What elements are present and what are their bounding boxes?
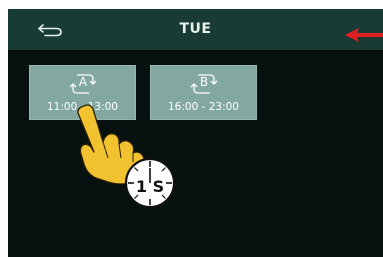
top-bar: TUE — [8, 9, 383, 50]
time-slot-b[interactable]: B 16:00 - 23:00 — [150, 65, 257, 120]
slot-letter: A — [78, 75, 88, 89]
slot-time: 16:00 - 23:00 — [168, 101, 239, 113]
slot-list: A 11:00 - 13:00 B 16:00 - 23:00 — [8, 50, 383, 257]
stopwatch-icon: 1 S — [124, 157, 176, 209]
timer-label: 1 S — [136, 177, 164, 196]
red-arrow-icon — [345, 28, 383, 42]
device-screen: TUE A 11:00 - 13:00 B 16:00 - 23:00 — [8, 9, 383, 257]
slot-letter: B — [199, 75, 209, 89]
page-title: TUE — [179, 21, 212, 37]
